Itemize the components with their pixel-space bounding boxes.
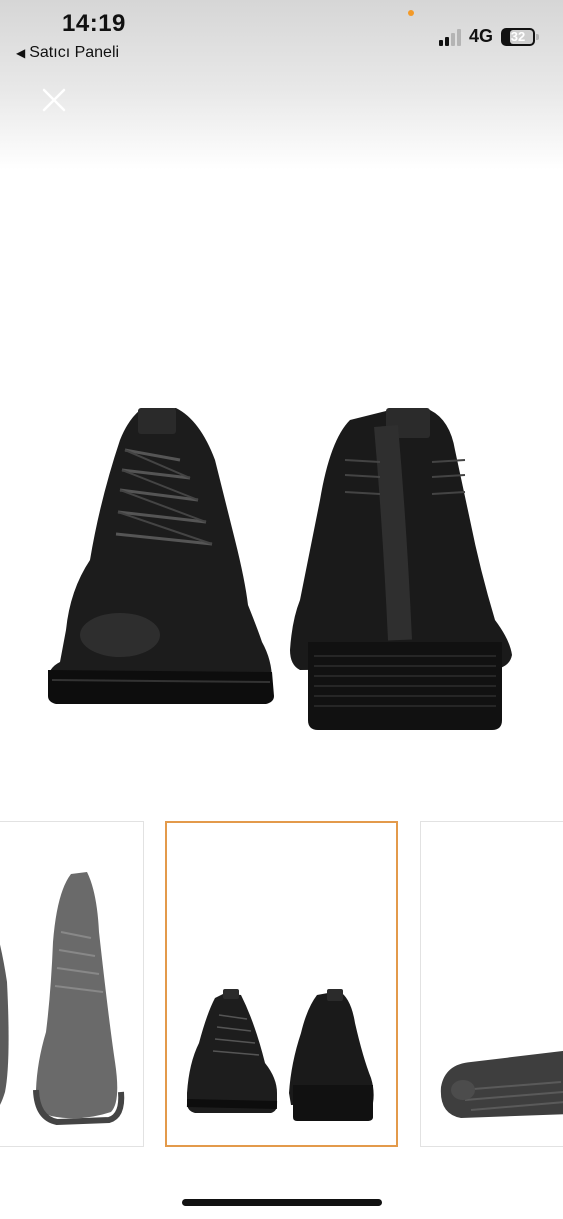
status-indicators: 4G 32 <box>438 26 539 47</box>
network-type: 4G <box>468 26 493 46</box>
battery-level: 32 <box>510 29 526 44</box>
signal-icon <box>438 28 461 46</box>
thumbnail-2[interactable] <box>165 821 398 1147</box>
back-label: Satıcı Paneli <box>29 44 120 61</box>
close-icon[interactable] <box>40 86 68 114</box>
thumbnail-3-image <box>440 1050 563 1118</box>
thumbnail-1-image <box>0 872 125 1126</box>
battery-icon: 32 <box>501 27 539 46</box>
status-time: 14:19 <box>62 10 126 37</box>
privacy-indicator-dot <box>408 10 414 16</box>
back-arrow-icon: ◀ <box>16 46 26 60</box>
main-product-image <box>48 408 512 730</box>
boot-back-view <box>290 408 512 730</box>
back-to-app-link[interactable]: ◀ Satıcı Paneli <box>16 44 119 62</box>
thumbnail-3[interactable] <box>420 821 563 1147</box>
boot-front-view <box>48 408 274 704</box>
thumbnail-2-image <box>186 989 374 1121</box>
home-indicator[interactable] <box>182 1199 382 1206</box>
thumbnail-1[interactable] <box>0 821 144 1147</box>
